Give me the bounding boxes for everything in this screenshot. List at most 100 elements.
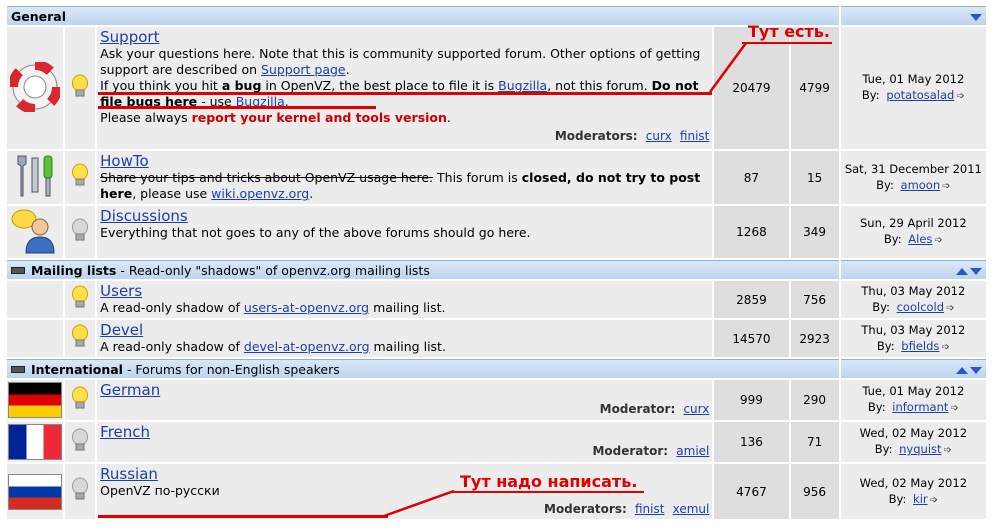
text-fragment: Sat, 31 December 2011 [844, 161, 982, 176]
mailing-list-link[interactable]: users-at-openvz.org [244, 300, 369, 315]
moderator-link[interactable]: finist [635, 502, 664, 516]
text-fragment: This forum is [433, 170, 522, 185]
forum-link-users[interactable]: Users [100, 282, 142, 300]
annotation-pointer [383, 490, 455, 518]
user-link[interactable]: potatosalad [886, 88, 954, 102]
bulb-off-icon [72, 218, 89, 240]
post-count: 71 [790, 422, 839, 462]
by-line: By: amoon ➩ [876, 178, 950, 192]
user-link[interactable]: amoon [901, 178, 941, 192]
text-fragment: By: [876, 338, 895, 353]
forum-row-support: Support Ask your questions here. Note th… [7, 27, 986, 149]
last-post: Sun, 29 April 2012 By: Ales ➩ [840, 206, 986, 258]
forum-row-users: Users A read-only shadow of users-at-ope… [7, 281, 986, 318]
text-fragment: By: [876, 177, 894, 192]
by-line: By: informant ➩ [868, 400, 959, 414]
last-post: Tue, 01 May 2012 By: potatosalad ➩ [840, 27, 986, 149]
text-fragment: , please use [132, 186, 212, 201]
forum-description: Everything that not goes to any of the a… [100, 225, 531, 240]
last-post: Wed, 02 May 2012 By: nyquist ➩ [840, 422, 986, 462]
mailing-list-link[interactable]: devel-at-openvz.org [244, 339, 370, 354]
tools-icon [17, 155, 53, 197]
user-link[interactable]: informant [892, 400, 948, 414]
go-arrow-icon[interactable]: ➩ [946, 301, 954, 317]
go-arrow-icon[interactable]: ➩ [930, 493, 938, 509]
text-fragment: Moderators: [544, 502, 627, 516]
last-post: Thu, 03 May 2012 By: coolcold ➩ [840, 281, 986, 318]
move-down-icon[interactable] [970, 366, 982, 374]
category-description: - Read-only "shadows" of openvz.org mail… [116, 262, 430, 278]
forum-link-russian[interactable]: Russian [100, 465, 158, 483]
by-line: By: Ales ➩ [884, 232, 943, 246]
collapse-minus-icon[interactable] [11, 266, 25, 274]
user-link[interactable]: Ales [908, 232, 932, 246]
moderator-link[interactable]: finist [680, 129, 709, 143]
bulb-on-icon [72, 386, 89, 408]
user-link[interactable]: bfields [901, 339, 939, 353]
text-fragment: Sun, 29 April 2012 [859, 216, 967, 230]
bulb-on-icon [72, 324, 89, 347]
annotation-underline [98, 106, 376, 109]
moderators: Moderators: curx finist [100, 128, 710, 144]
topic-count: 1268 [714, 206, 789, 258]
bugzilla-link[interactable]: Bugzilla [498, 78, 547, 93]
forum-link-german[interactable]: German [100, 381, 160, 399]
forum-row-german: German Moderator: curx 999 290 Tue, 01 M… [7, 380, 986, 420]
last-post: Sat, 31 December 2011 By: amoon ➩ [840, 151, 986, 204]
forum-link-french[interactable]: French [100, 423, 150, 441]
category-title: General [11, 8, 66, 24]
annotation-top: Тут есть. [748, 22, 830, 41]
go-arrow-icon[interactable]: ➩ [942, 179, 950, 195]
russia-flag-icon [8, 473, 63, 510]
moderator-link[interactable]: curx [683, 402, 709, 416]
forum-description: OpenVZ по-русски [100, 483, 220, 498]
text-fragment: a bug [221, 78, 262, 93]
user-link[interactable]: coolcold [897, 300, 944, 314]
go-arrow-icon[interactable]: ➩ [941, 340, 949, 356]
user-link[interactable]: nyquist [899, 442, 941, 456]
topic-count: 2859 [714, 281, 789, 318]
bulb-off-icon [72, 477, 89, 500]
wiki-link[interactable]: wiki.openvz.org [211, 186, 309, 201]
text-fragment: By: [867, 400, 886, 414]
forum-link-discussions[interactable]: Discussions [100, 207, 188, 225]
go-arrow-icon[interactable]: ➩ [950, 401, 958, 417]
text-fragment: By: [861, 88, 880, 102]
go-arrow-icon[interactable]: ➩ [956, 89, 964, 105]
text-fragment: If you think you hit [100, 78, 222, 93]
category-title: Mailing lists [31, 262, 117, 278]
move-up-icon[interactable] [956, 267, 968, 275]
go-arrow-icon[interactable]: ➩ [944, 443, 952, 459]
topic-count: 136 [714, 422, 789, 462]
text-fragment: , not this forum. [547, 78, 652, 93]
annotation-bottom: Тут надо написать. [460, 472, 638, 491]
collapse-minus-icon[interactable] [11, 365, 25, 373]
moderator-link[interactable]: curx [646, 129, 672, 143]
support-page-link[interactable]: Support page [261, 62, 346, 77]
move-up-icon[interactable] [956, 366, 968, 374]
post-count: 290 [790, 380, 839, 420]
go-arrow-icon[interactable]: ➩ [934, 233, 942, 249]
forum-row-discussions: Discussions Everything that not goes to … [7, 206, 986, 258]
moderator-link[interactable]: xemul [673, 502, 710, 516]
post-count: 4799 [790, 27, 839, 149]
bulb-on-icon [72, 163, 89, 186]
text-fragment: A read-only shadow of [100, 300, 244, 315]
text-fragment: By: [883, 232, 902, 246]
moderator-link[interactable]: amiel [676, 444, 709, 458]
forum-link-howto[interactable]: HowTo [100, 152, 149, 170]
category-general: General [7, 6, 986, 25]
france-flag-icon [8, 424, 63, 460]
post-count: 349 [790, 206, 839, 258]
move-down-icon[interactable] [970, 267, 982, 275]
collapse-down-icon[interactable] [970, 13, 982, 21]
user-link[interactable]: kir [913, 492, 928, 506]
topic-count: 4767 [714, 464, 789, 519]
text-fragment: Wed, 02 May 2012 [859, 475, 968, 490]
forum-link-devel[interactable]: Devel [100, 321, 143, 339]
forum-description: Ask your questions here. Note that this … [100, 46, 701, 77]
last-post: Tue, 01 May 2012 By: informant ➩ [840, 380, 986, 420]
forum-link-support[interactable]: Support [100, 28, 159, 46]
text-fragment: mailing list. [369, 339, 446, 354]
text-fragment: By: [888, 491, 907, 506]
